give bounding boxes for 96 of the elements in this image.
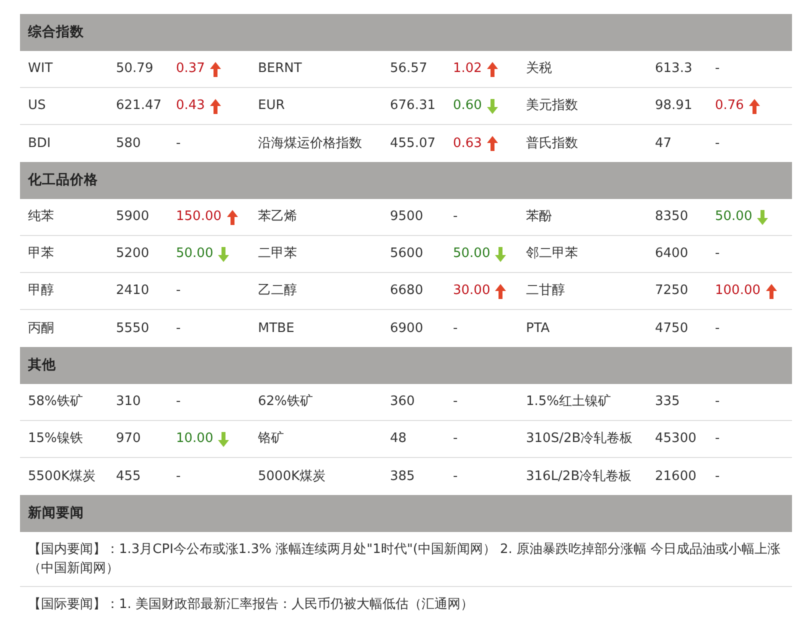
section-header: 新闻要闻 [20,495,792,532]
price-change: - [715,320,720,338]
section-header: 其他 [20,347,792,384]
price-change: - [715,430,720,448]
item-name: 普氏指数 [525,134,579,153]
item-name: PTA [525,320,551,338]
news-paragraph: 【国际要闻】：1. 美国财政部最新汇率报告：人民币仍被大幅低估（汇通网） [27,596,475,614]
item-name: EUR [257,97,286,116]
price-change: - [453,320,458,338]
item-price: 5900 [115,208,150,226]
item-price: 613.3 [654,60,694,78]
item-price: 2410 [115,282,150,300]
item-name: 甲醇 [27,282,55,300]
item-name: 316L/2B冷轧卷板 [525,468,633,486]
price-change: 10.00 [176,430,214,448]
item-price: 7250 [654,282,690,300]
item-name: 美元指数 [525,97,579,116]
item-name: 关税 [525,60,553,78]
price-change: 100.00 [715,282,760,300]
price-change: - [176,134,181,153]
item-name: 丙酮 [27,320,55,338]
item-price: 385 [389,468,416,486]
price-change: - [176,320,181,338]
price-change: 0.63 [453,134,482,153]
item-name: 310S/2B冷轧卷板 [525,430,634,448]
item-name: 苯酚 [525,208,553,226]
price-change: 50.00 [176,245,214,264]
price-change: 50.00 [715,208,752,226]
item-price: 335 [654,393,681,412]
item-name: US [27,97,47,116]
item-name: MTBE [257,320,296,338]
item-name: 邻二甲苯 [525,245,579,264]
item-price: 580 [115,134,142,153]
item-name: 15%镍铁 [27,430,84,448]
item-price: 5550 [115,320,150,338]
price-change: - [715,60,720,78]
item-price: 5600 [389,245,424,264]
price-change: - [176,468,181,486]
item-name: 58%铁矿 [27,393,84,412]
item-name: 铬矿 [257,430,285,448]
item-price: 360 [389,393,416,412]
item-name: WIT [27,60,54,78]
item-name: 纯苯 [27,208,55,226]
item-name: 甲苯 [27,245,55,264]
price-change: - [715,245,720,264]
item-price: 45300 [654,430,698,448]
item-name: 5500K煤炭 [27,468,97,486]
price-change: - [715,393,720,412]
price-change: 0.76 [715,97,744,116]
item-price: 5200 [115,245,150,264]
price-change: - [453,393,458,412]
item-name: 二甲苯 [257,245,298,264]
news-paragraph: 【国内要闻】：1.3月CPI今公布或涨1.3% 涨幅连续两月处"1时代"(中国新闻网） 2. 原油暴跌吃掉部分涨幅 今日成品油或小幅上涨（中国新闻网） [20,532,792,587]
section-header: 化工品价格 [20,162,792,199]
item-name: 62%铁矿 [257,393,314,412]
item-price: 310 [115,393,142,412]
item-price: 6900 [389,320,424,338]
item-name: 5000K煤炭 [257,468,327,486]
item-price: 6400 [654,245,690,264]
item-price: 621.47 [115,97,162,116]
price-change: 30.00 [453,282,490,300]
item-name: 乙二醇 [257,282,298,300]
price-change: 0.60 [453,97,482,116]
item-name: 二甘醇 [525,282,566,300]
price-change: 0.43 [176,97,205,116]
item-price: 9500 [389,208,424,226]
item-price: 98.91 [654,97,694,116]
item-name: BERNT [257,60,303,78]
item-name: BDI [27,134,52,153]
price-change: - [176,393,181,412]
price-change: - [453,430,458,448]
price-change: 1.02 [453,60,482,78]
price-change: 0.37 [176,60,205,78]
item-price: 21600 [654,468,698,486]
price-change: - [715,134,720,153]
item-name: 苯乙烯 [257,208,298,226]
item-name: 沿海煤运价格指数 [257,134,363,153]
item-price: 6680 [389,282,424,300]
item-price: 8350 [654,208,690,226]
item-price: 676.31 [389,97,436,116]
price-change: - [453,208,458,226]
item-price: 455.07 [389,134,436,153]
price-change: 150.00 [176,208,222,226]
price-change: - [715,468,720,486]
item-price: 4750 [654,320,690,338]
item-name: 1.5%红土镍矿 [525,393,612,412]
item-price: 970 [115,430,142,448]
item-price: 455 [115,468,142,486]
price-change: 50.00 [453,245,490,264]
item-price: 56.57 [389,60,428,78]
price-change: - [176,282,181,300]
section-header: 综合指数 [20,14,792,51]
item-price: 50.79 [115,60,154,78]
price-change: - [453,468,458,486]
item-price: 47 [654,134,673,153]
item-price: 48 [389,430,408,448]
